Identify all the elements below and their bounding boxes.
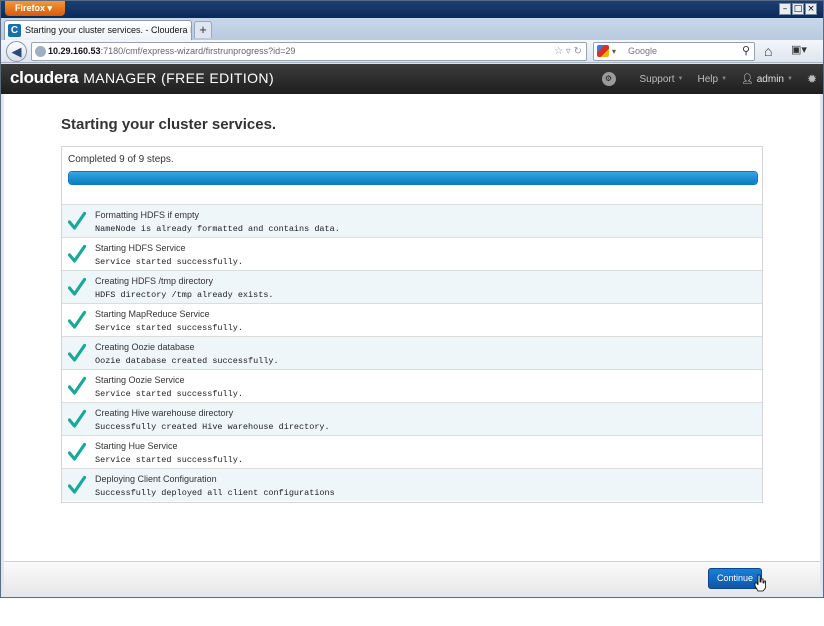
logo-product: MANAGER (FREE EDITION) [83, 70, 275, 86]
step-row: Starting MapReduce Service Service starte… [62, 303, 762, 336]
step-message: HDFS directory /tmp already exists. [95, 290, 274, 300]
star-icon[interactable]: ☆ [554, 46, 563, 57]
page-content: Starting your cluster services. Complete… [4, 94, 820, 561]
step-row: Creating HDFS /tmp directory HDFS directo… [62, 270, 762, 303]
checkmark-icon [68, 343, 86, 362]
step-message: Successfully deployed all client configu… [95, 488, 335, 498]
minimize-icon[interactable]: – [779, 3, 791, 15]
search-bar[interactable]: ▾ Google ⚲ [593, 42, 755, 61]
support-label: Support [639, 73, 675, 85]
firefox-menu-button[interactable]: Firefox ▾ [5, 1, 65, 16]
checkmark-icon [68, 442, 86, 461]
user-menu[interactable]: 👤︎ admin ▼ [741, 74, 793, 85]
checkmark-icon [68, 475, 86, 494]
step-message: Service started successfully. [95, 257, 243, 267]
step-row: Starting HDFS Service Service started suc… [62, 237, 762, 270]
tab-title: Starting your cluster services. - Cloude… [25, 25, 192, 35]
header-nav: ⚙ Support ▼ Help ▼ 👤︎ admin ▼ ✹ [601, 64, 817, 94]
progress-fill [69, 172, 757, 184]
step-row: Deploying Client Configuration Successful… [62, 468, 762, 501]
window-controls: – □ × [779, 3, 817, 15]
step-title: Deploying Client Configuration [95, 474, 217, 484]
step-message: Service started successfully. [95, 323, 243, 333]
step-row: Starting Hue Service Service started succ… [62, 435, 762, 468]
url-actions: ☆ ▿ ↻ [554, 46, 582, 57]
step-title: Starting Hue Service [95, 441, 178, 451]
checkmark-icon [68, 310, 86, 329]
search-engine-caret-icon[interactable]: ▾ [612, 43, 616, 60]
progress-panel: Completed 9 of 9 steps. Formatting HDFS … [61, 146, 763, 503]
search-icon[interactable]: ⚲ [742, 43, 750, 60]
checkmark-icon [68, 277, 86, 296]
checkmark-icon [68, 409, 86, 428]
browser-tab[interactable]: C Starting your cluster services. - Clou… [4, 20, 192, 40]
step-title: Starting Oozie Service [95, 375, 185, 385]
progress-label: Completed 9 of 9 steps. [68, 154, 174, 165]
help-label: Help [697, 73, 719, 85]
user-icon: 👤︎ [741, 73, 754, 85]
step-row: Starting Oozie Service Service started su… [62, 369, 762, 402]
progress-bar [68, 171, 758, 185]
step-title: Creating Hive warehouse directory [95, 408, 234, 418]
url-path: :7180/cmf/express-wizard/firstrunprogres… [100, 46, 296, 56]
logo-brand: cloudera [10, 68, 79, 87]
step-message: Oozie database created successfully. [95, 356, 279, 366]
help-menu[interactable]: Help ▼ [698, 74, 728, 85]
tab-strip: C Starting your cluster services. - Clou… [1, 18, 823, 40]
step-message: Service started successfully. [95, 389, 243, 399]
step-message: NameNode is already formatted and contai… [95, 224, 340, 234]
cloudera-header: cloudera MANAGER (FREE EDITION) ⚙ Suppor… [1, 64, 823, 94]
chevron-down-icon: ▼ [677, 76, 684, 82]
step-title: Starting HDFS Service [95, 243, 186, 253]
gear-icon[interactable]: ✹ [807, 72, 817, 86]
search-placeholder: Google [628, 46, 658, 56]
cloudera-favicon-icon: C [8, 24, 21, 37]
navigation-bar: ◀ 10.29.160.53:7180/cmf/express-wizard/f… [1, 40, 823, 63]
page-title: Starting your cluster services. [61, 116, 277, 133]
checkmark-icon [68, 376, 86, 395]
chevron-down-icon: ▼ [786, 76, 793, 82]
step-message: Successfully created Hive warehouse dire… [95, 422, 330, 432]
running-commands-icon[interactable]: ⚙ [601, 72, 616, 86]
maximize-icon[interactable]: □ [792, 3, 804, 15]
step-title: Formatting HDFS if empty [95, 210, 200, 220]
reload-icon[interactable]: ↻ [574, 46, 582, 57]
new-tab-button[interactable]: + [194, 21, 212, 38]
browser-window: Firefox ▾ – □ × C Starting your cluster … [0, 0, 824, 598]
step-title: Starting MapReduce Service [95, 309, 210, 319]
step-title: Creating Oozie database [95, 342, 195, 352]
hand-cursor-icon [754, 574, 766, 592]
step-row: Creating Oozie database Oozie database cr… [62, 336, 762, 369]
cloudera-logo[interactable]: cloudera MANAGER (FREE EDITION) [10, 68, 274, 88]
firefox-menu-label: Firefox [15, 3, 46, 13]
step-title: Creating HDFS /tmp directory [95, 276, 214, 286]
url-host: 10.29.160.53 [48, 46, 101, 56]
step-row: Formatting HDFS if empty NameNode is alre… [62, 204, 762, 237]
bookmarks-icon[interactable]: ▣▾ [791, 43, 817, 59]
step-row: Creating Hive warehouse directory Success… [62, 402, 762, 435]
globe-icon [35, 46, 46, 57]
checkmark-icon [68, 244, 86, 263]
title-bar: Firefox ▾ – □ × [1, 1, 823, 18]
close-window-icon[interactable]: × [805, 3, 817, 15]
user-label: admin [756, 73, 784, 85]
google-icon[interactable] [597, 45, 609, 57]
checkmark-icon [68, 211, 86, 230]
step-list: Formatting HDFS if empty NameNode is alre… [62, 204, 762, 501]
support-menu[interactable]: Support ▼ [640, 74, 684, 85]
step-message: Service started successfully. [95, 455, 243, 465]
chevron-down-icon: ▼ [721, 76, 728, 82]
wizard-footer: Continue [4, 561, 820, 597]
url-bar[interactable]: 10.29.160.53:7180/cmf/express-wizard/fir… [31, 42, 587, 61]
home-icon[interactable]: ⌂ [764, 43, 772, 59]
back-arrow-icon[interactable]: ◀ [6, 41, 27, 62]
